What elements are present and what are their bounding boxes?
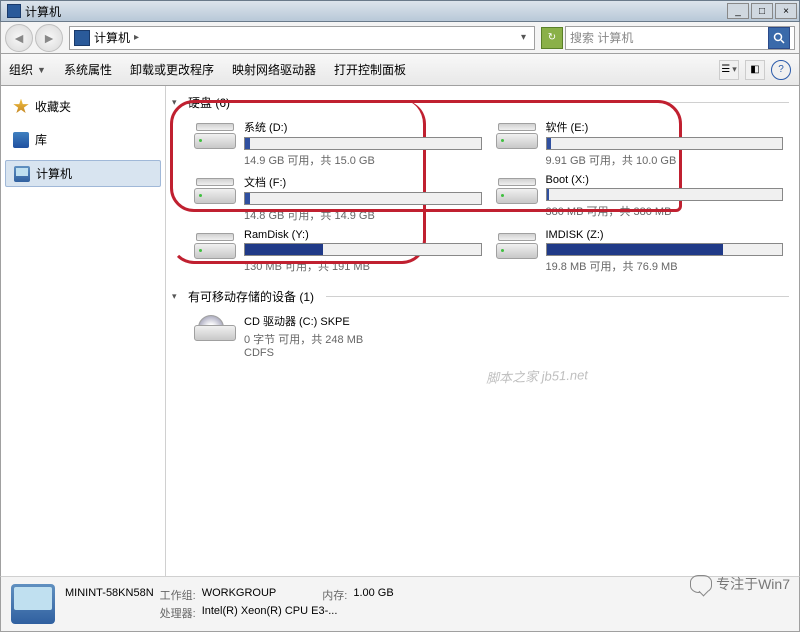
drive-name: IMDISK (Z:) — [546, 229, 784, 241]
computer-large-icon — [11, 584, 55, 624]
search-icon — [773, 32, 785, 44]
drive-capacity-bar — [546, 188, 784, 201]
collapse-icon: ▾ — [172, 291, 182, 302]
drive-freespace: 14.8 GB 可用，共 14.9 GB — [244, 207, 482, 223]
status-cpu: Intel(R) Xeon(R) CPU E3-... — [202, 605, 338, 621]
section-title: 硬盘 (6) — [188, 94, 230, 111]
section-hdd: ▾ 硬盘 (6) 系统 (D:) 14.9 GB 可用，共 15.0 GB 软件 (… — [172, 92, 789, 280]
section-header-hdd[interactable]: ▾ 硬盘 (6) — [172, 92, 789, 113]
computer-icon — [74, 30, 90, 46]
command-bar: 组织▼ 系统属性 卸载或更改程序 映射网络驱动器 打开控制面板 ☰▾ ◧ ? — [0, 54, 800, 86]
minimize-button[interactable]: _ — [727, 3, 749, 19]
cmd-map-drive[interactable]: 映射网络驱动器 — [232, 61, 316, 78]
computer-icon — [14, 166, 30, 182]
library-icon — [13, 132, 29, 148]
help-button[interactable]: ? — [771, 60, 791, 80]
cpu-label: 处理器: — [160, 605, 196, 621]
drive-item[interactable]: 系统 (D:) 14.9 GB 可用，共 15.0 GB — [194, 119, 482, 168]
drive-capacity-bar — [244, 192, 482, 205]
chevron-down-icon: ▼ — [37, 65, 46, 75]
section-removable: ▾ 有可移动存储的设备 (1) CD 驱动器 (C:) SKPE 0 字节 可用… — [172, 286, 789, 365]
workgroup-label: 工作组: — [160, 587, 196, 603]
search-placeholder: 搜索 计算机 — [570, 29, 633, 46]
drive-item-cd[interactable]: CD 驱动器 (C:) SKPE 0 字节 可用，共 248 MB CDFS — [194, 313, 783, 359]
address-dropdown-icon[interactable]: ▾ — [517, 32, 530, 43]
drive-item[interactable]: Boot (X:) 380 MB 可用，共 380 MB — [496, 174, 784, 223]
search-button[interactable] — [768, 27, 790, 49]
refresh-button[interactable]: ↻ — [541, 27, 563, 49]
search-box[interactable]: 搜索 计算机 — [565, 26, 795, 50]
details-pane: MININT-58KN58N 工作组: WORKGROUP 内存: 1.00 G… — [0, 576, 800, 632]
hdd-icon — [496, 119, 538, 151]
address-text: 计算机 — [94, 29, 130, 46]
drive-name: 系统 (D:) — [244, 119, 482, 135]
collapse-icon: ▾ — [172, 97, 182, 108]
drive-name: CD 驱动器 (C:) SKPE — [244, 313, 783, 329]
forward-button[interactable]: ► — [35, 24, 63, 52]
preview-pane-button[interactable]: ◧ — [745, 60, 765, 80]
section-title: 有可移动存储的设备 (1) — [188, 288, 314, 305]
drive-name: 文档 (F:) — [244, 174, 482, 190]
hdd-icon — [194, 119, 236, 151]
drive-freespace: 380 MB 可用，共 380 MB — [546, 203, 784, 219]
drive-freespace: 14.9 GB 可用，共 15.0 GB — [244, 152, 482, 168]
drive-capacity-bar — [546, 243, 784, 256]
drive-item[interactable]: 软件 (E:) 9.91 GB 可用，共 10.0 GB — [496, 119, 784, 168]
cmd-control-panel[interactable]: 打开控制面板 — [334, 61, 406, 78]
drive-item[interactable]: RamDisk (Y:) 130 MB 可用，共 191 MB — [194, 229, 482, 274]
watermark-center: 脚本之家 jb51.net — [486, 364, 588, 387]
sidebar-item-favorites[interactable]: 收藏夹 — [5, 94, 161, 119]
drive-capacity-bar — [244, 137, 482, 150]
status-workgroup: WORKGROUP — [202, 587, 277, 603]
back-button[interactable]: ◄ — [5, 24, 33, 52]
drive-filesystem: CDFS — [244, 347, 783, 359]
drive-capacity-bar — [546, 137, 784, 150]
hdd-icon — [194, 174, 236, 206]
hdd-icon — [496, 229, 538, 261]
watermark-corner: 专注于Win7 — [690, 574, 790, 594]
section-header-removable[interactable]: ▾ 有可移动存储的设备 (1) — [172, 286, 789, 307]
view-button[interactable]: ☰▾ — [719, 60, 739, 80]
status-hostname: MININT-58KN58N — [65, 587, 154, 603]
window-title: 计算机 — [25, 3, 61, 20]
nav-bar: ◄ ► 计算机 ▸ ▾ ↻ 搜索 计算机 — [0, 22, 800, 54]
window-titlebar: 计算机 _ □ × — [0, 0, 800, 22]
nav-tree: 收藏夹 库 计算机 — [1, 86, 166, 576]
breadcrumb-arrow-icon[interactable]: ▸ — [134, 32, 139, 43]
sidebar-item-computer[interactable]: 计算机 — [5, 160, 161, 187]
drive-name: RamDisk (Y:) — [244, 229, 482, 241]
wechat-icon — [690, 575, 712, 593]
hdd-icon — [496, 174, 538, 206]
sidebar-item-label: 库 — [35, 131, 47, 148]
memory-label: 内存: — [322, 587, 347, 603]
maximize-button[interactable]: □ — [751, 3, 773, 19]
cmd-organize[interactable]: 组织▼ — [9, 61, 46, 78]
cmd-system-properties[interactable]: 系统属性 — [64, 61, 112, 78]
drive-item[interactable]: 文档 (F:) 14.8 GB 可用，共 14.9 GB — [194, 174, 482, 223]
cmd-uninstall[interactable]: 卸载或更改程序 — [130, 61, 214, 78]
sidebar-item-label: 收藏夹 — [35, 98, 71, 115]
sidebar-item-libraries[interactable]: 库 — [5, 127, 161, 152]
drive-item[interactable]: IMDISK (Z:) 19.8 MB 可用，共 76.9 MB — [496, 229, 784, 274]
sidebar-item-label: 计算机 — [36, 165, 72, 182]
drive-freespace: 0 字节 可用，共 248 MB — [244, 331, 783, 347]
hdd-icon — [194, 229, 236, 261]
content-pane: ▾ 硬盘 (6) 系统 (D:) 14.9 GB 可用，共 15.0 GB 软件 (… — [166, 86, 799, 576]
favorites-icon — [13, 99, 29, 115]
drive-freespace: 19.8 MB 可用，共 76.9 MB — [546, 258, 784, 274]
drive-name: Boot (X:) — [546, 174, 784, 186]
drive-freespace: 9.91 GB 可用，共 10.0 GB — [546, 152, 784, 168]
drive-name: 软件 (E:) — [546, 119, 784, 135]
drive-freespace: 130 MB 可用，共 191 MB — [244, 258, 482, 274]
drive-capacity-bar — [244, 243, 482, 256]
status-memory: 1.00 GB — [353, 587, 393, 603]
cd-drive-icon — [194, 313, 236, 345]
address-bar[interactable]: 计算机 ▸ ▾ — [69, 26, 535, 50]
app-icon — [7, 4, 21, 18]
close-button[interactable]: × — [775, 3, 797, 19]
